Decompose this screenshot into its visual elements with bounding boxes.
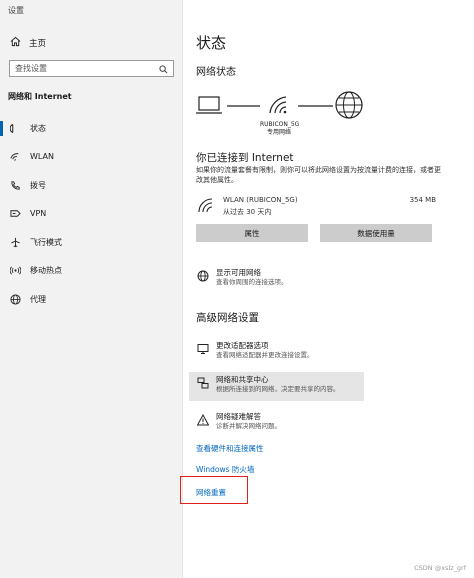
home-link[interactable]: 主页 xyxy=(10,36,46,50)
option-title: 网络疑难解答 xyxy=(216,412,261,421)
wlan-duration: 从过去 30 天内 xyxy=(223,208,272,216)
search-input[interactable] xyxy=(15,64,145,73)
adapter-icon xyxy=(196,342,210,356)
sidebar-item-label: 代理 xyxy=(30,294,46,304)
sidebar-item-label: 状态 xyxy=(30,123,46,133)
section-label: 网络和 Internet xyxy=(8,92,72,101)
data-usage-button[interactable]: 数据使用量 xyxy=(320,224,432,242)
option-title: 网络和共享中心 xyxy=(216,375,269,384)
sidebar-item-airplane[interactable]: 飞行模式 xyxy=(0,228,182,257)
option-title: 显示可用网络 xyxy=(216,268,261,277)
wifi-icon xyxy=(9,151,21,163)
sidebar-item-label: 拨号 xyxy=(30,180,46,190)
home-label: 主页 xyxy=(29,39,47,49)
sidebar-item-vpn[interactable]: VPN xyxy=(0,200,182,229)
network-name: RUBICON_5G 专用网络 xyxy=(260,121,300,136)
advanced-settings-heading: 高级网络设置 xyxy=(196,312,259,324)
sidebar-item-label: 飞行模式 xyxy=(30,237,62,247)
hardware-properties-link[interactable]: 查看硬件和连接属性 xyxy=(196,443,264,454)
window-title: 设置 xyxy=(8,6,24,15)
search-icon[interactable] xyxy=(159,59,168,78)
globe-icon xyxy=(9,293,21,305)
sharing-center-icon xyxy=(196,376,210,390)
sidebar-nav: 状态 WLAN 拨号 VPN 飞行模式 移动热点 代理 xyxy=(0,114,182,314)
sidebar: 设置 主页 网络和 Internet 状态 WLAN 拨号 VPN xyxy=(0,0,183,578)
wlan-connection-row: WLAN (RUBICON_5G) 从过去 30 天内 354 MB xyxy=(196,194,436,218)
sidebar-item-dialup[interactable]: 拨号 xyxy=(0,171,182,200)
properties-button[interactable]: 属性 xyxy=(196,224,308,242)
internet-globe-icon xyxy=(335,91,363,119)
connection-status-desc: 如果你的流量套餐有限制，则你可以将此网络设置为按流量计费的连接，或者更改其他属性… xyxy=(196,166,441,184)
watermark: CSDN @xslz_grf xyxy=(414,564,466,572)
sidebar-item-label: WLAN xyxy=(30,152,55,162)
home-icon xyxy=(10,36,21,50)
wifi-signal-icon xyxy=(269,96,287,114)
windows-firewall-link[interactable]: Windows 防火墙 xyxy=(196,464,254,475)
network-status-heading: 网络状态 xyxy=(196,67,236,78)
sidebar-item-label: 移动热点 xyxy=(30,266,62,276)
option-title: 更改适配器选项 xyxy=(216,341,269,350)
phone-icon xyxy=(9,179,21,191)
page-title: 状态 xyxy=(196,34,227,52)
connection-status-title: 你已连接到 Internet xyxy=(196,152,294,164)
airplane-icon xyxy=(9,236,21,248)
sidebar-item-wlan[interactable]: WLAN xyxy=(0,143,182,172)
option-desc: 查看网络适配器并更改连接设置。 xyxy=(216,351,314,359)
network-reset-highlight-box xyxy=(180,476,248,504)
globe-network-icon xyxy=(196,269,210,283)
network-sharing-center[interactable]: 网络和共享中心 根据所连接到的网络，决定要共享的内容。 xyxy=(189,372,364,401)
network-troubleshooter[interactable]: 网络疑难解答 诊断并解决网络问题。 xyxy=(196,412,366,431)
warning-icon xyxy=(196,413,210,427)
option-desc: 诊断并解决网络问题。 xyxy=(216,422,281,430)
wlan-name: WLAN (RUBICON_5G) xyxy=(223,196,298,204)
wlan-usage: 354 MB xyxy=(409,196,436,204)
sidebar-item-hotspot[interactable]: 移动热点 xyxy=(0,257,182,286)
wifi-icon xyxy=(198,198,213,213)
home-status-icon xyxy=(9,122,21,134)
option-desc: 查看你周围的连接选项。 xyxy=(216,278,288,286)
computer-icon xyxy=(196,96,222,114)
sidebar-item-proxy[interactable]: 代理 xyxy=(0,285,182,314)
vpn-icon xyxy=(9,208,21,220)
sidebar-item-status[interactable]: 状态 xyxy=(0,114,182,143)
option-desc: 根据所连接到的网络，决定要共享的内容。 xyxy=(216,385,340,393)
network-diagram xyxy=(196,91,363,119)
sidebar-item-label: VPN xyxy=(30,209,47,219)
search-box[interactable] xyxy=(9,60,174,77)
show-available-networks[interactable]: 显示可用网络 查看你周围的连接选项。 xyxy=(196,268,366,287)
hotspot-icon xyxy=(9,265,21,277)
change-adapter-options[interactable]: 更改适配器选项 查看网络适配器并更改连接设置。 xyxy=(196,341,366,360)
